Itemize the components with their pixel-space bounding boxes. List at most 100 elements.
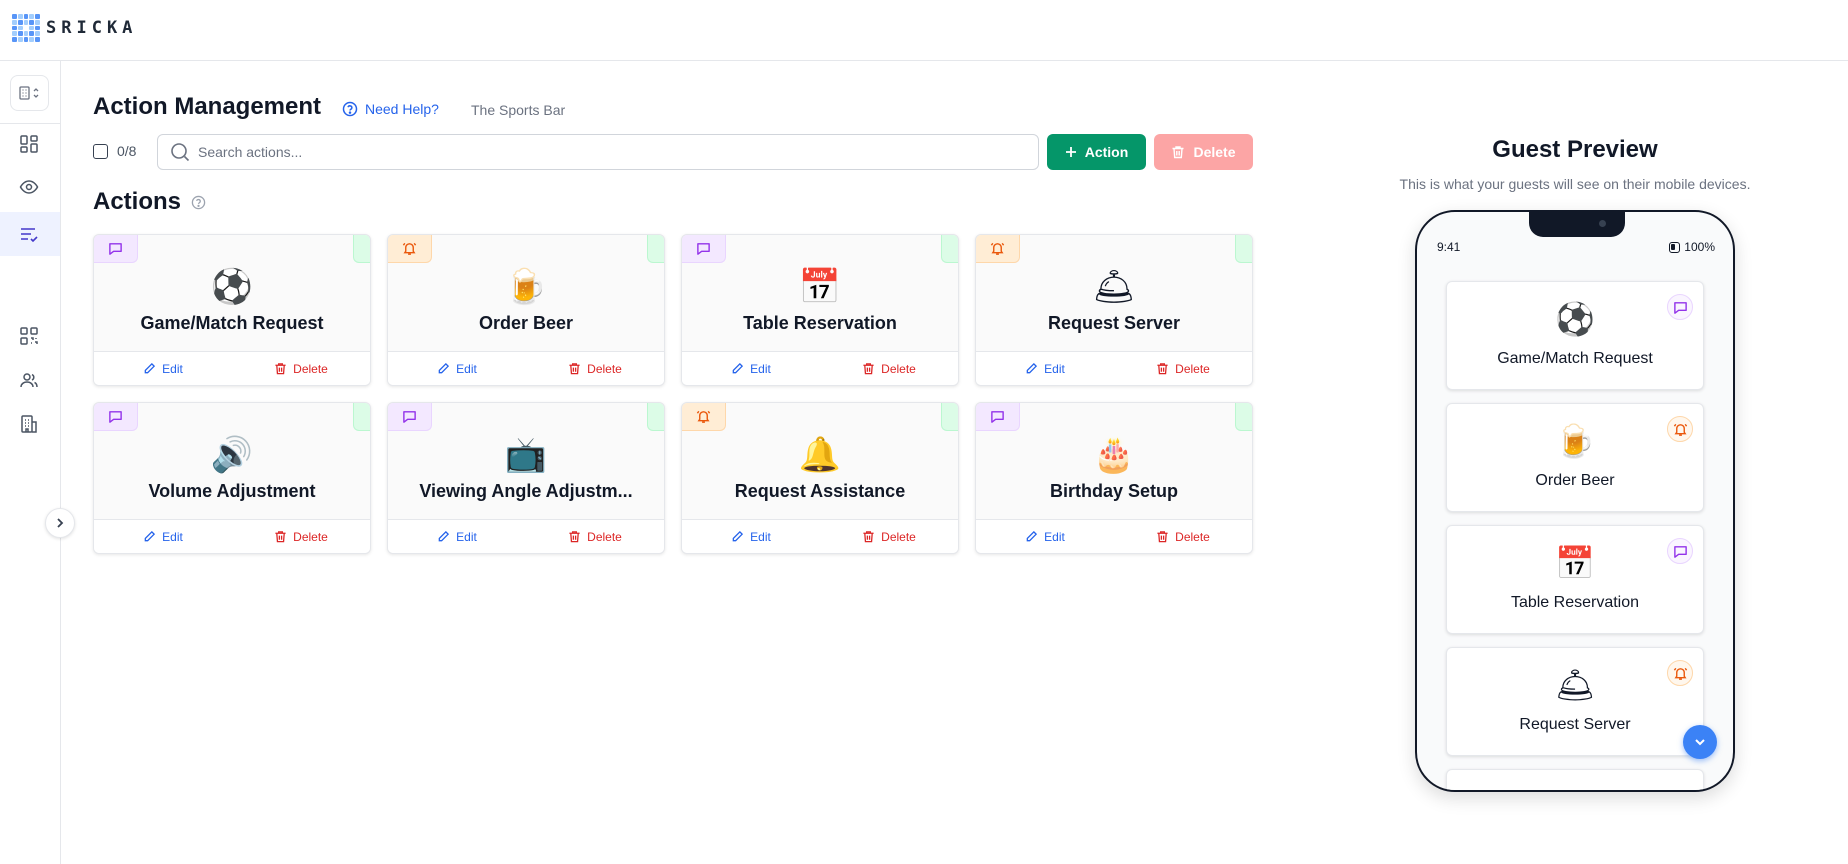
list-check-icon bbox=[21, 228, 38, 243]
status-flag bbox=[941, 403, 958, 431]
preview-card[interactable]: 📅 Table Reservation bbox=[1446, 525, 1704, 634]
preview-emoji: 🛎 bbox=[1554, 666, 1596, 704]
status-flag bbox=[353, 403, 370, 431]
pencil-icon bbox=[1026, 530, 1038, 542]
action-card[interactable]: ⚽ Game/Match Request Edit Delete bbox=[93, 234, 371, 386]
delete-button[interactable]: Delete bbox=[526, 352, 664, 385]
sidebar-item-qr-codes[interactable] bbox=[16, 323, 42, 349]
delete-button[interactable]: Delete bbox=[820, 352, 958, 385]
edit-button[interactable]: Edit bbox=[388, 352, 526, 385]
bell-ring-icon bbox=[990, 242, 1005, 255]
search-input[interactable] bbox=[198, 144, 1018, 160]
preview-card-partial bbox=[1446, 769, 1704, 790]
search-icon bbox=[171, 143, 190, 162]
preview-card[interactable]: 🍺 Order Beer bbox=[1446, 403, 1704, 512]
actions-section-title: Actions bbox=[93, 188, 206, 216]
edit-button[interactable]: Edit bbox=[682, 520, 820, 553]
preview-emoji: ⚽ bbox=[1555, 300, 1595, 338]
preview-name: Request Server bbox=[1519, 716, 1631, 733]
pencil-icon bbox=[732, 362, 744, 374]
card-actions: Edit Delete bbox=[976, 351, 1252, 385]
edit-button[interactable]: Edit bbox=[94, 352, 232, 385]
delete-button[interactable]: Delete bbox=[1114, 520, 1252, 553]
need-help-link[interactable]: Need Help? bbox=[342, 101, 439, 117]
building-icon bbox=[21, 415, 37, 433]
edit-button[interactable]: Edit bbox=[976, 520, 1114, 553]
delete-button[interactable]: Delete bbox=[526, 520, 664, 553]
edit-label: Edit bbox=[1044, 361, 1065, 376]
sidebar-divider bbox=[0, 123, 60, 124]
delete-label: Delete bbox=[587, 361, 622, 376]
delete-button[interactable]: Delete bbox=[1114, 352, 1252, 385]
action-card[interactable]: 🔔 Request Assistance Edit Delete bbox=[681, 402, 959, 554]
logo[interactable]: SRICKA bbox=[12, 14, 137, 42]
preview-card[interactable]: 🛎 Request Server bbox=[1446, 647, 1704, 756]
delete-button[interactable]: Delete bbox=[820, 520, 958, 553]
status-flag bbox=[647, 403, 664, 431]
type-badge bbox=[682, 403, 726, 431]
sidebar-item-users[interactable] bbox=[16, 367, 42, 393]
pencil-icon bbox=[1026, 362, 1038, 374]
action-name: Request Server bbox=[1047, 313, 1181, 333]
building-selector-icon bbox=[18, 86, 38, 100]
card-actions: Edit Delete bbox=[94, 351, 370, 385]
type-badge bbox=[388, 235, 432, 263]
preview-card[interactable]: ⚽ Game/Match Request bbox=[1446, 281, 1704, 390]
type-badge bbox=[976, 235, 1020, 263]
delete-label: Delete bbox=[881, 529, 916, 544]
delete-button[interactable]: Delete bbox=[232, 520, 370, 553]
bell-ring-icon bbox=[696, 410, 711, 423]
action-emoji: 🛎 bbox=[1092, 267, 1136, 307]
phone-notch bbox=[1529, 212, 1625, 237]
sidebar-expand-button[interactable] bbox=[45, 508, 75, 538]
delete-label: Delete bbox=[1175, 529, 1210, 544]
status-flag bbox=[1235, 403, 1252, 431]
pencil-icon bbox=[438, 362, 450, 374]
edit-button[interactable]: Edit bbox=[976, 352, 1114, 385]
scroll-down-button[interactable] bbox=[1683, 725, 1717, 759]
action-name: Table Reservation bbox=[743, 313, 897, 333]
trash-icon bbox=[275, 531, 286, 543]
bell-ring-icon bbox=[402, 242, 417, 255]
trash-icon bbox=[569, 363, 580, 375]
action-emoji: ⚽ bbox=[210, 267, 254, 307]
status-flag bbox=[941, 235, 958, 263]
action-card[interactable]: 🍺 Order Beer Edit Delete bbox=[387, 234, 665, 386]
action-card[interactable]: 📺 Viewing Angle Adjustm... Edit Delete bbox=[387, 402, 665, 554]
edit-button[interactable]: Edit bbox=[682, 352, 820, 385]
delete-button[interactable]: Delete bbox=[232, 352, 370, 385]
dashboard-icon bbox=[20, 135, 38, 153]
delete-label: Delete bbox=[1175, 361, 1210, 376]
edit-label: Edit bbox=[750, 361, 771, 376]
venue-switcher[interactable] bbox=[10, 75, 49, 111]
select-all: 0/8 bbox=[93, 143, 136, 159]
select-all-checkbox[interactable] bbox=[93, 143, 108, 159]
need-help-label: Need Help? bbox=[365, 101, 439, 117]
action-card[interactable]: 📅 Table Reservation Edit Delete bbox=[681, 234, 959, 386]
pencil-icon bbox=[732, 530, 744, 542]
chevron-down-icon bbox=[1695, 739, 1705, 746]
preview-name: Order Beer bbox=[1535, 472, 1615, 489]
bulk-delete-button[interactable]: Delete bbox=[1154, 134, 1253, 170]
action-cards-grid: ⚽ Game/Match Request Edit Delete 🍺 Order Bee… bbox=[93, 234, 1253, 554]
add-action-button[interactable]: Action bbox=[1047, 134, 1146, 170]
delete-label: Delete bbox=[293, 529, 328, 544]
preview-emoji: 📅 bbox=[1555, 544, 1595, 582]
action-card[interactable]: 🛎 Request Server Edit Delete bbox=[975, 234, 1253, 386]
sidebar-item-venues[interactable] bbox=[16, 411, 42, 437]
help-circle-icon[interactable] bbox=[191, 195, 206, 210]
edit-button[interactable]: Edit bbox=[94, 520, 232, 553]
action-card[interactable]: 🔊 Volume Adjustment Edit Delete bbox=[93, 402, 371, 554]
action-name: Order Beer bbox=[478, 313, 574, 333]
edit-button[interactable]: Edit bbox=[388, 520, 526, 553]
sidebar bbox=[0, 61, 75, 864]
sidebar-item-dashboard[interactable] bbox=[16, 131, 42, 157]
trash-icon bbox=[863, 531, 874, 543]
card-actions: Edit Delete bbox=[388, 351, 664, 385]
action-card[interactable]: 🎂 Birthday Setup Edit Delete bbox=[975, 402, 1253, 554]
sidebar-item-preview[interactable] bbox=[16, 174, 42, 200]
guest-preview-title: Guest Preview bbox=[1492, 136, 1658, 163]
type-badge bbox=[976, 403, 1020, 431]
sidebar-item-actions[interactable] bbox=[16, 221, 42, 247]
action-name: Birthday Setup bbox=[1049, 481, 1178, 501]
